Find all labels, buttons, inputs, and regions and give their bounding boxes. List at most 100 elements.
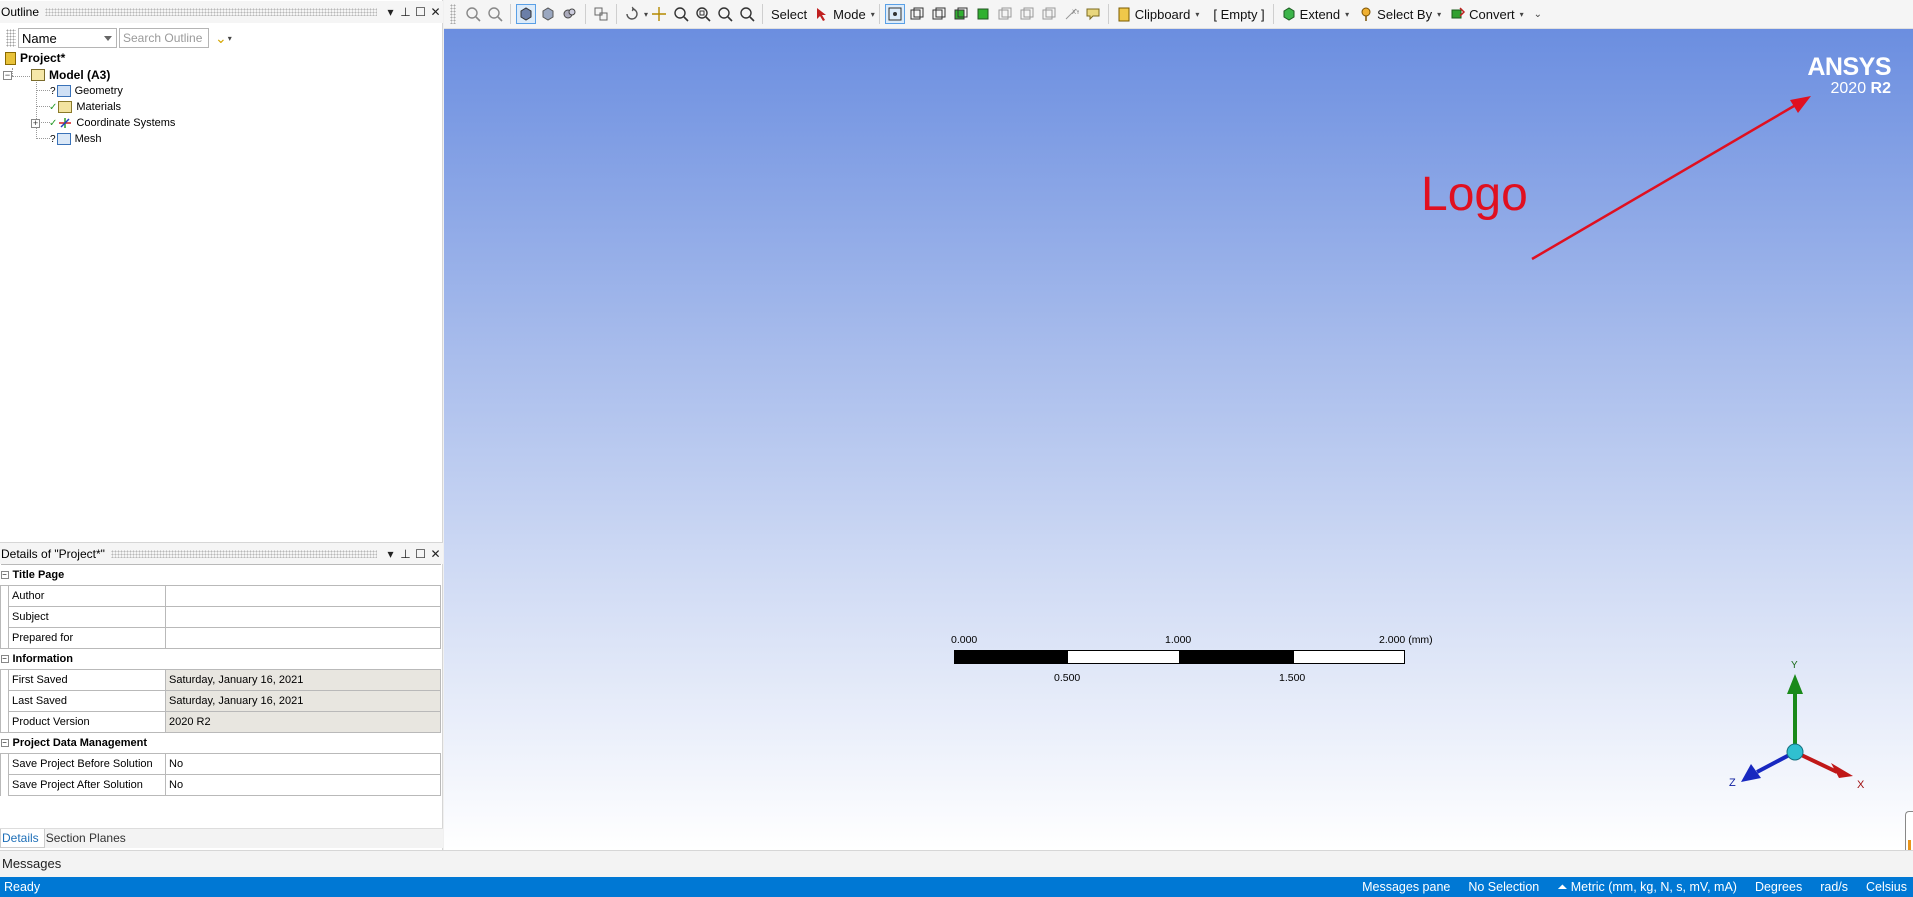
panel-grip[interactable] (110, 549, 377, 558)
select-node-icon[interactable] (1040, 5, 1058, 23)
dropdown-icon[interactable]: ▾ (1195, 10, 1199, 19)
pan-icon[interactable] (650, 5, 668, 23)
hit-point-icon[interactable] (1084, 5, 1102, 23)
maximize-icon[interactable]: ☐ (413, 547, 428, 561)
tab-details[interactable]: Details (0, 829, 45, 848)
dropdown-icon[interactable]: ▾ (1520, 10, 1524, 19)
show-vertices-icon[interactable] (592, 5, 610, 23)
search-outline-input[interactable]: Search Outline (119, 28, 209, 48)
tree-item-mesh[interactable]: ? Mesh (50, 131, 101, 147)
convert-button[interactable]: Convert (1469, 7, 1515, 22)
panel-grip[interactable] (45, 8, 377, 16)
rotational-velocity-unit-menu[interactable]: rad/s (1820, 880, 1848, 894)
status-check-icon: ✓ (49, 101, 58, 113)
property-key: Save Project After Solution (8, 774, 166, 796)
section-project-data-management[interactable]: − Project Data Management (0, 732, 441, 754)
clipboard-icon[interactable] (1115, 5, 1133, 23)
rotate-icon[interactable] (623, 5, 641, 23)
project-icon (5, 51, 16, 65)
details-row[interactable]: Save Project After Solution No (0, 774, 441, 796)
details-row: First Saved Saturday, January 16, 2021 (0, 669, 441, 691)
property-value[interactable] (165, 585, 441, 607)
collapse-icon[interactable]: − (3, 71, 12, 80)
zoom-to-fit-icon[interactable] (716, 5, 734, 23)
multi-body-icon[interactable] (561, 5, 579, 23)
pin-icon[interactable]: ⊥ (398, 547, 413, 561)
dropdown-icon[interactable]: ▾ (1437, 10, 1441, 19)
temperature-unit-menu[interactable]: Celsius (1866, 880, 1907, 894)
mode-button[interactable]: Mode (833, 7, 866, 22)
tree-item-coordinate-systems[interactable]: ✓ Coordinate Systems (49, 115, 175, 131)
select-edge-icon[interactable] (930, 5, 948, 23)
toolbar-grip[interactable] (450, 4, 456, 24)
graphics-viewport[interactable]: ANSYS 2020 R2 Logo 0.000 1.000 2.000 (mm… (444, 29, 1913, 850)
outline-filter-bar: Name Search Outline ⌄ ▾ (0, 26, 443, 50)
messages-pane-toggle[interactable]: Messages pane (1362, 880, 1450, 894)
magnifier-icon[interactable] (738, 5, 756, 23)
coordinate-triad[interactable]: Y X Z (1727, 652, 1877, 792)
tree-item-model[interactable]: Model (A3) (31, 67, 110, 83)
section-information[interactable]: − Information (0, 648, 441, 670)
box-zoom-icon[interactable] (694, 5, 712, 23)
filter-chevron-icon[interactable]: ⌄ (215, 30, 227, 47)
property-value[interactable]: No (165, 774, 441, 796)
collapse-icon[interactable]: − (0, 571, 9, 580)
dropdown-icon[interactable]: ▾ (228, 34, 232, 43)
details-row[interactable]: Author (0, 585, 441, 607)
tab-section-planes[interactable]: Section Planes (45, 829, 131, 848)
coordinate-select-icon[interactable]: XYZ (1062, 5, 1080, 23)
details-row[interactable]: Prepared for (0, 627, 441, 649)
select-button[interactable]: Select (771, 7, 807, 22)
wireframe-view-icon[interactable] (539, 5, 557, 23)
property-value[interactable]: No (165, 753, 441, 775)
property-value[interactable] (165, 606, 441, 628)
select-body-icon[interactable] (974, 5, 992, 23)
unit-system-menu[interactable]: ⏶ Metric (mm, kg, N, s, mV, mA) (1557, 880, 1737, 895)
dropdown-icon[interactable]: ▾ (1345, 10, 1349, 19)
close-icon[interactable]: ✕ (428, 547, 443, 561)
tree-item-label: Model (A3) (49, 68, 111, 82)
select-point-icon[interactable] (884, 4, 905, 24)
collapse-icon[interactable]: − (0, 739, 9, 748)
dropdown-icon[interactable]: ▾ (383, 5, 398, 19)
select-by-icon[interactable] (1357, 5, 1375, 23)
angle-unit-menu[interactable]: Degrees (1755, 880, 1802, 894)
dropdown-icon[interactable]: ▾ (644, 10, 648, 19)
messages-bar[interactable]: Messages (0, 850, 1913, 877)
property-value: 2020 R2 (165, 711, 441, 733)
zoom-out-icon[interactable] (464, 5, 482, 23)
pin-icon[interactable]: ⊥ (398, 5, 413, 19)
dropdown-icon[interactable]: ▾ (383, 547, 398, 561)
tree-item-materials[interactable]: ✓ Materials (49, 99, 121, 115)
annotation-arrow (1531, 96, 1811, 261)
property-value[interactable] (165, 627, 441, 649)
dropdown-icon[interactable]: ▾ (871, 10, 875, 19)
shaded-view-icon[interactable] (516, 4, 536, 24)
select-face-icon[interactable] (952, 5, 970, 23)
details-row[interactable]: Subject (0, 606, 441, 628)
tree-item-project[interactable]: Project* (5, 50, 65, 66)
clipboard-button[interactable]: Clipboard (1135, 7, 1191, 22)
select-by-button[interactable]: Select By (1377, 7, 1432, 22)
convert-icon[interactable] (1449, 5, 1467, 23)
maximize-icon[interactable]: ☐ (413, 5, 428, 19)
extend-icon[interactable] (1280, 5, 1298, 23)
property-key: Save Project Before Solution (8, 753, 166, 775)
select-element-icon[interactable] (1018, 5, 1036, 23)
expand-icon[interactable]: + (31, 119, 40, 128)
tree-item-geometry[interactable]: ? Geometry (50, 83, 123, 99)
extend-button[interactable]: Extend (1300, 7, 1340, 22)
zoom-icon[interactable] (672, 5, 690, 23)
section-title-page[interactable]: − Title Page (0, 564, 441, 586)
collapse-icon[interactable]: − (0, 655, 9, 664)
select-mode-cursor-icon[interactable] (813, 5, 831, 23)
triad-y-label: Y (1791, 660, 1798, 671)
close-icon[interactable]: ✕ (428, 5, 443, 19)
toolbar-overflow-icon[interactable]: ⌄ (1534, 9, 1542, 20)
select-element-face-icon[interactable] (996, 5, 1014, 23)
filter-type-select[interactable]: Name (18, 28, 117, 48)
viewport-side-handle[interactable] (1905, 811, 1913, 850)
zoom-in-icon[interactable] (486, 5, 504, 23)
select-vertex-icon[interactable] (908, 5, 926, 23)
details-row[interactable]: Save Project Before Solution No (0, 753, 441, 775)
